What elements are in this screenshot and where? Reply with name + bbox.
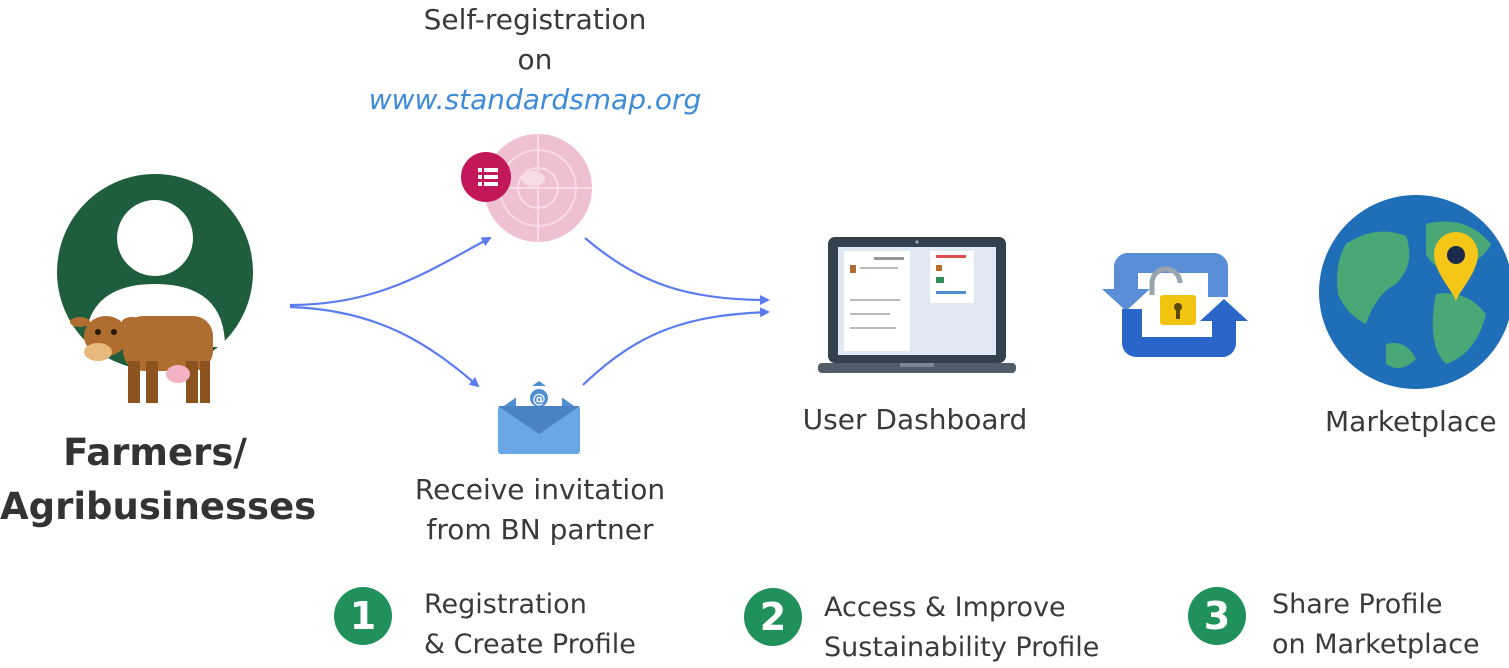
actor-title-line2: Agribusinesses bbox=[0, 485, 317, 528]
marketplace-label: Marketplace bbox=[1325, 405, 1497, 438]
user-dashboard-label: User Dashboard bbox=[802, 403, 1028, 436]
step-3-line1: Share Profile bbox=[1272, 589, 1443, 620]
step-1-badge: 1 bbox=[334, 587, 392, 645]
step-1-line1: Registration bbox=[424, 589, 587, 620]
step-1-line2: & Create Profile bbox=[424, 629, 636, 660]
arrow-to-invitation bbox=[289, 305, 480, 388]
envelope-icon: @ bbox=[498, 381, 580, 454]
step-2-line2: Sustainability Profile bbox=[824, 632, 1100, 663]
invitation-line2: from BN partner bbox=[426, 513, 654, 546]
step-3-line2: on Marketplace bbox=[1272, 629, 1480, 660]
laptop-icon bbox=[818, 237, 1016, 373]
arrow-invitation-to-dashboard bbox=[582, 307, 770, 386]
step-3-badge: 3 bbox=[1188, 587, 1246, 645]
self-registration-on: on bbox=[517, 43, 553, 76]
step-2-line1: Access & Improve bbox=[824, 592, 1066, 623]
cow-icon bbox=[70, 316, 213, 403]
sync-lock-icon bbox=[1102, 253, 1248, 357]
step-2-badge: 2 bbox=[744, 588, 802, 646]
globe-list-icon bbox=[461, 134, 592, 242]
arrow-registration-to-dashboard bbox=[584, 237, 770, 305]
invitation-line1: Receive invitation bbox=[414, 473, 666, 506]
self-registration-title: Self-registration bbox=[423, 3, 647, 36]
svg-text:@: @ bbox=[533, 392, 546, 407]
standardsmap-link[interactable]: www.standardsmap.org bbox=[355, 80, 715, 120]
actor-title-line1: Farmers/ bbox=[63, 431, 247, 474]
earth-location-icon bbox=[1319, 195, 1509, 389]
